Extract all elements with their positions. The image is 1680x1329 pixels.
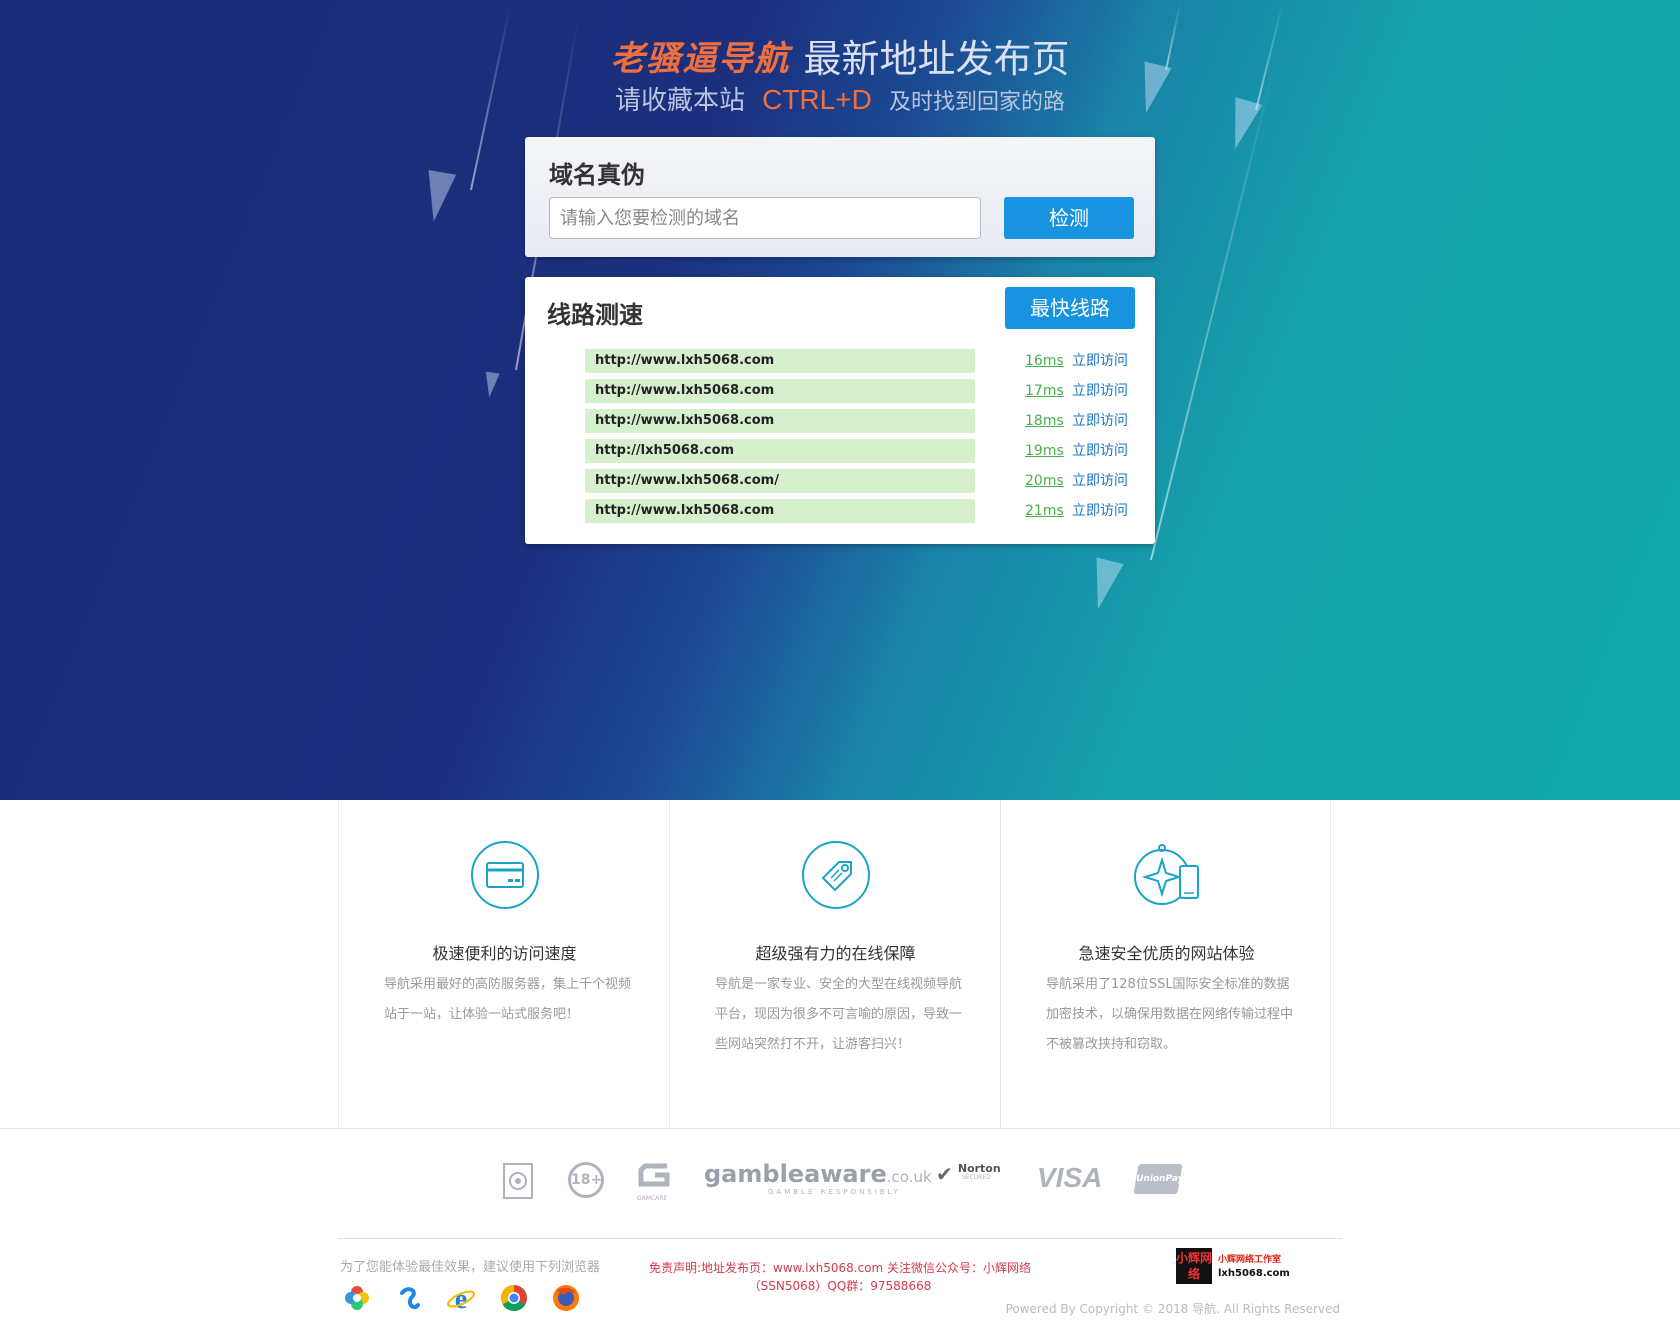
brand-logo-text: 老骚逼导航	[610, 39, 791, 79]
decor-arrowhead	[1084, 557, 1124, 613]
sogou-browser-icon[interactable]	[394, 1283, 424, 1313]
svg-text:e: e	[455, 1284, 467, 1313]
visit-link[interactable]: 立即访问	[1072, 379, 1128, 403]
tag-icon	[802, 841, 870, 909]
studio-domain: lxh5068.com	[1218, 1268, 1290, 1279]
line-latency[interactable]: 20ms	[1025, 469, 1064, 493]
studio-name: 小辉网络工作室	[1218, 1255, 1282, 1265]
features-section: 极速便利的访问速度 导航采用最好的高防服务器，集上千个视频站于一站，让体验一站式…	[338, 800, 1332, 1128]
feature-experience: 急速安全优质的网站体验 导航采用了128位SSL国际安全标准的数据加密技术，以确…	[1000, 800, 1331, 1128]
feature-text: 导航是一家专业、安全的大型在线视频导航平台，现因为很多不可言喻的原因，导致一些网…	[715, 977, 963, 1052]
age-18-badge: 18+	[568, 1162, 604, 1198]
divider	[338, 1238, 1342, 1239]
ie-browser-icon[interactable]: e	[446, 1283, 476, 1313]
line-url[interactable]: http://lxh5068.com	[585, 439, 975, 463]
check-icon: ✔	[936, 1162, 953, 1186]
line-row: http://lxh5068.com 19ms 立即访问	[585, 439, 1155, 463]
gambleaware-tagline: GAMBLE RESPONSIBLY	[768, 1188, 901, 1196]
line-row: http://www.lxh5068.com 16ms 立即访问	[585, 349, 1155, 373]
line-row: http://www.lxh5068.com 17ms 立即访问	[585, 379, 1155, 403]
unionpay-logo: UnionPay	[1133, 1164, 1185, 1194]
line-url[interactable]: http://www.lxh5068.com	[585, 379, 975, 403]
line-row: http://www.lxh5068.com 21ms 立即访问	[585, 499, 1155, 523]
gambleaware-name: gambleaware	[704, 1160, 887, 1188]
credit-card-icon	[471, 841, 539, 909]
gamcare-logo: GAMCARE	[637, 1160, 673, 1204]
visit-link[interactable]: 立即访问	[1072, 469, 1128, 493]
feature-speed: 极速便利的访问速度 导航采用最好的高防服务器，集上千个视频站于一站，让体验一站式…	[338, 800, 669, 1128]
hero-banner: 老骚逼导航 最新地址发布页 请收藏本站 CTRL+D 及时找到回家的路 域名真伪…	[0, 0, 1680, 800]
disclaimer-line: （SSN5068）QQ群：97588668	[748, 1279, 932, 1293]
line-latency[interactable]: 16ms	[1025, 349, 1064, 373]
line-latency[interactable]: 21ms	[1025, 499, 1064, 523]
copyright: Powered By Copyright © 2018 导航. All Righ…	[1005, 1302, 1340, 1316]
disclaimer-line: 免责声明:地址发布页：www.lxh5068.com 关注微信公众号：小辉网络	[648, 1261, 1032, 1275]
line-url[interactable]: http://www.lxh5068.com	[585, 349, 975, 373]
check-button[interactable]: 检测	[1004, 197, 1134, 239]
studio-logo: 小辉网络 小辉网络工作室 lxh5068.com	[1176, 1248, 1290, 1288]
feature-text: 导航采用最好的高防服务器，集上千个视频站于一站，让体验一站式服务吧！	[384, 977, 632, 1022]
bookmark-key: CTRL+D	[762, 84, 872, 115]
360-browser-icon[interactable]	[342, 1283, 372, 1313]
gambleaware-logo: gambleaware.co.uk GAMBLE RESPONSIBLY	[704, 1160, 932, 1204]
bookmark-prefix: 请收藏本站	[615, 86, 746, 116]
decor-arrowhead	[482, 371, 500, 399]
visit-link[interactable]: 立即访问	[1072, 439, 1128, 463]
domain-check-heading: 域名真伪	[549, 161, 645, 189]
feature-text: 导航采用了128位SSL国际安全标准的数据加密技术，以确保用数据在网络传输过程中…	[1046, 977, 1294, 1052]
feature-title: 急速安全优质的网站体验	[1078, 944, 1255, 963]
visit-link[interactable]: 立即访问	[1072, 499, 1128, 523]
feature-title: 超级强有力的在线保障	[755, 944, 916, 963]
gamcare-icon	[638, 1163, 670, 1187]
title-text: 最新地址发布页	[803, 37, 1070, 81]
disclaimer: 免责声明:地址发布页：www.lxh5068.com 关注微信公众号：小辉网络 …	[600, 1259, 1080, 1295]
bookmark-suffix: 及时找到回家的路	[888, 90, 1065, 115]
compass-phone-icon	[1134, 844, 1199, 905]
norton-sub: SECURED	[962, 1174, 991, 1181]
line-latency[interactable]: 19ms	[1025, 439, 1064, 463]
domain-input[interactable]	[549, 197, 981, 239]
browser-recommendation: 为了您能体验最佳效果，建议使用下列浏览器	[340, 1260, 601, 1275]
speed-test-card: 线路测速 最快线路 http://www.lxh5068.com 16ms 立即…	[525, 277, 1155, 544]
firefox-browser-icon[interactable]	[551, 1283, 581, 1313]
divider	[0, 1128, 1680, 1129]
unionpay-label: UnionPay	[1135, 1174, 1185, 1184]
feature-title: 极速便利的访问速度	[432, 944, 577, 963]
studio-badge: 小辉网络	[1176, 1248, 1212, 1284]
trust-logos: 18+ GAMCARE gambleaware.co.uk GAMBLE RES…	[0, 1160, 1680, 1220]
visa-logo: VISA	[1037, 1162, 1103, 1193]
fastest-line-button[interactable]: 最快线路	[1005, 287, 1135, 329]
line-url[interactable]: http://www.lxh5068.com/	[585, 469, 975, 493]
gambleaware-suffix: .co.uk	[886, 1168, 932, 1186]
line-url[interactable]: http://www.lxh5068.com	[585, 409, 975, 433]
decor-arrowhead	[419, 169, 457, 225]
norton-logo: ✔ Norton SECURED	[936, 1162, 1002, 1206]
gamcare-label: GAMCARE	[637, 1195, 668, 1202]
gaming-seal-icon	[503, 1163, 533, 1199]
visit-link[interactable]: 立即访问	[1072, 349, 1128, 373]
feature-guarantee: 超级强有力的在线保障 导航是一家专业、安全的大型在线视频导航平台，现因为很多不可…	[669, 800, 1000, 1128]
line-latency[interactable]: 17ms	[1025, 379, 1064, 403]
speed-test-heading: 线路测速	[547, 301, 643, 329]
domain-check-card: 域名真伪 检测	[525, 137, 1155, 257]
visit-link[interactable]: 立即访问	[1072, 409, 1128, 433]
bookmark-hint: 请收藏本站 CTRL+D 及时找到回家的路	[0, 80, 1680, 117]
line-url[interactable]: http://www.lxh5068.com	[585, 499, 975, 523]
line-row: http://www.lxh5068.com 18ms 立即访问	[585, 409, 1155, 433]
chrome-browser-icon[interactable]	[499, 1283, 529, 1313]
decor-streak	[1150, 55, 1278, 561]
line-row: http://www.lxh5068.com/ 20ms 立即访问	[585, 469, 1155, 493]
line-latency[interactable]: 18ms	[1025, 409, 1064, 433]
page-title: 老骚逼导航 最新地址发布页	[0, 28, 1680, 83]
